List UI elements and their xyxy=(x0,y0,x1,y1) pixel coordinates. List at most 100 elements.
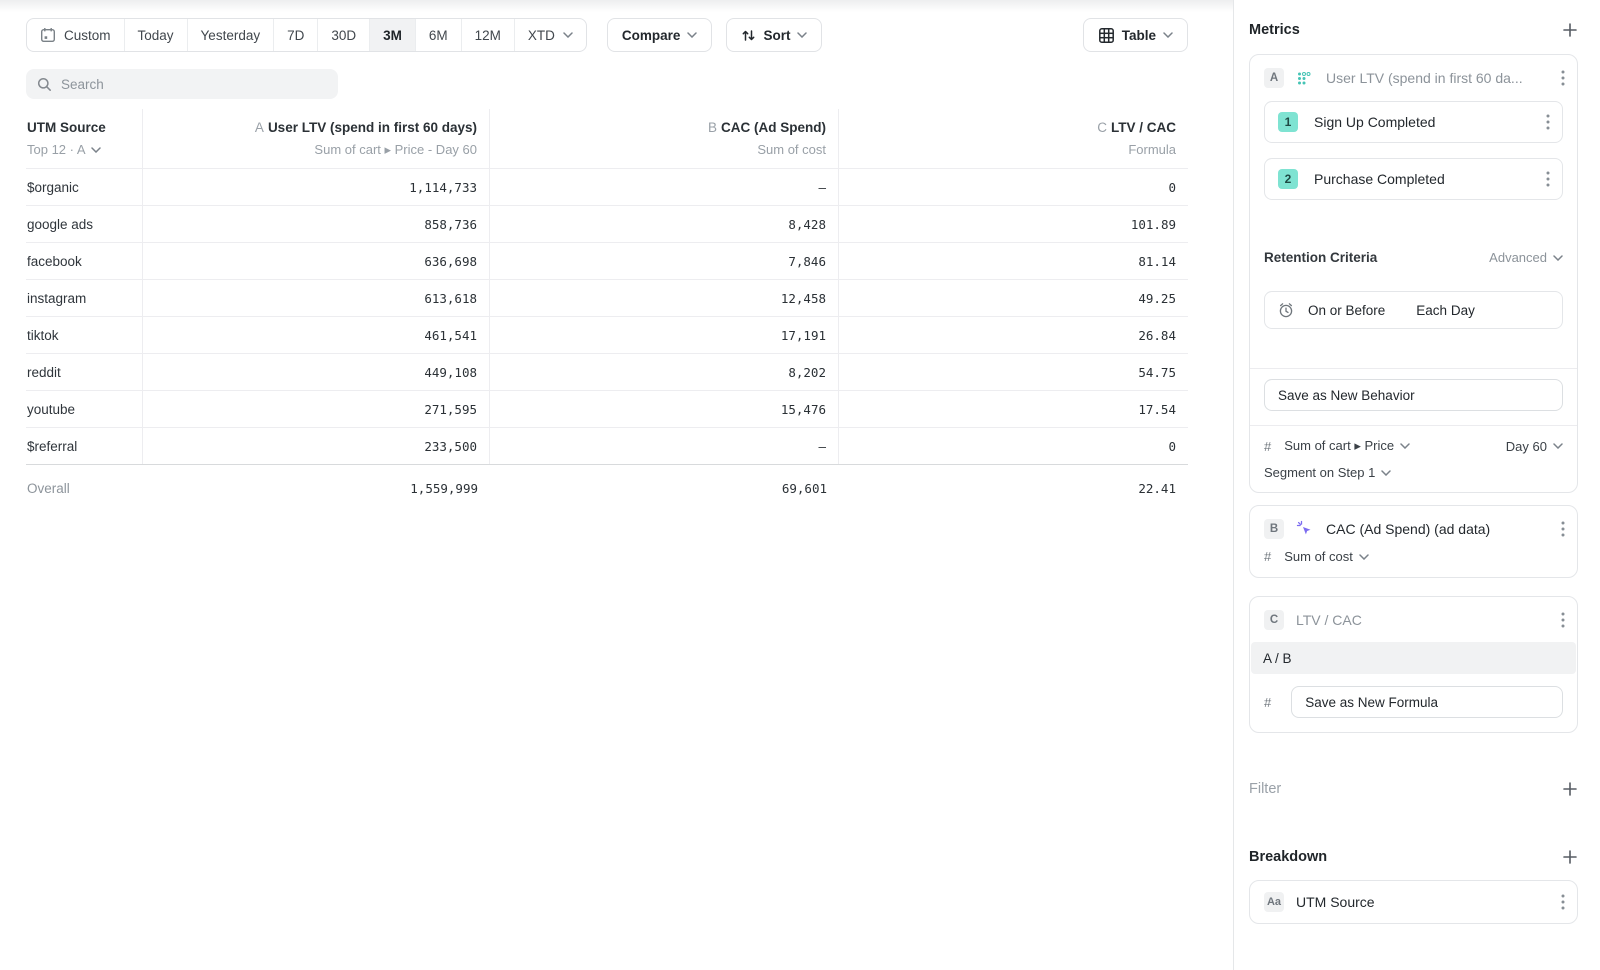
add-filter-icon[interactable] xyxy=(1562,781,1578,797)
retention-criteria-row: Retention Criteria Advanced xyxy=(1250,250,1577,265)
column-header-b[interactable]: BCAC (Ad Spend) Sum of cost xyxy=(490,109,839,168)
row-label: $organic xyxy=(26,169,143,205)
aggregation-dropdown[interactable]: Sum of cost xyxy=(1284,549,1369,564)
chevron-down-icon xyxy=(1553,255,1563,261)
segment-dropdown[interactable]: Segment on Step 1 xyxy=(1264,465,1391,480)
cell-value: 8,428 xyxy=(788,217,826,232)
breakdown-header: Breakdown xyxy=(1249,849,1578,865)
filter-title: Filter xyxy=(1249,781,1281,797)
column-title: LTV / CAC xyxy=(1111,120,1176,135)
range-6m-label: 6M xyxy=(429,28,448,43)
save-behavior-wrap: Save as New Behavior xyxy=(1250,369,1577,425)
chevron-down-icon xyxy=(1381,470,1391,476)
chevron-down-icon xyxy=(797,32,807,38)
aggregation-row: # Sum of cart ▸ Price Day 60 xyxy=(1264,438,1563,454)
cell-value: – xyxy=(818,439,826,454)
chevron-down-icon xyxy=(687,32,697,38)
view-table-button[interactable]: Table xyxy=(1083,18,1188,52)
overall-label: Overall xyxy=(26,465,143,511)
column-header-utm-source[interactable]: UTM Source Top 12 · A xyxy=(26,109,143,168)
breakdown-item-card[interactable]: Aa UTM Source xyxy=(1249,880,1578,924)
row-label: tiktok xyxy=(26,317,143,353)
range-6m[interactable]: 6M xyxy=(416,19,462,51)
on-or-before-dropdown[interactable]: On or Before xyxy=(1308,303,1385,318)
cell-value: 7,846 xyxy=(788,254,826,269)
calendar-icon xyxy=(40,27,56,43)
cell-value: 858,736 xyxy=(424,217,477,232)
compare-button[interactable]: Compare xyxy=(607,18,713,52)
breakdown-item-label: UTM Source xyxy=(1296,894,1549,910)
aggregation-dropdown[interactable]: Sum of cart ▸ Price xyxy=(1284,438,1410,454)
table-row: reddit 449,108 8,202 54.75 xyxy=(26,354,1188,391)
save-as-new-behavior-button[interactable]: Save as New Behavior xyxy=(1264,379,1563,411)
cell-value: 54.75 xyxy=(1138,365,1176,380)
metric-b-title[interactable]: CAC (Ad Spend) (ad data) xyxy=(1326,521,1549,537)
table-header-row: UTM Source Top 12 · A AUser LTV (spend i… xyxy=(26,109,1188,169)
search-input[interactable] xyxy=(61,77,327,92)
sort-button[interactable]: Sort xyxy=(726,18,822,52)
add-breakdown-icon[interactable] xyxy=(1562,849,1578,865)
cell-value: 15,476 xyxy=(781,402,826,417)
window-dropdown[interactable]: Day 60 xyxy=(1506,439,1563,454)
column-subtitle: Sum of cost xyxy=(757,142,826,158)
range-yesterday[interactable]: Yesterday xyxy=(188,19,275,51)
kebab-menu-icon[interactable] xyxy=(1546,171,1550,187)
step-number-badge: 2 xyxy=(1278,169,1298,189)
row-dimension-subtitle: Top 12 · A xyxy=(27,142,86,158)
save-as-new-formula-button[interactable]: Save as New Formula xyxy=(1291,686,1563,718)
aggregation-label: Sum of cost xyxy=(1284,549,1353,564)
metric-a-title[interactable]: User LTV (spend in first 60 da... xyxy=(1326,70,1549,86)
range-xtd-label: XTD xyxy=(528,28,555,43)
range-3m-selected[interactable]: 3M xyxy=(370,19,416,51)
table-grid-icon xyxy=(1098,27,1115,44)
retention-timing-card: On or Before Each Day xyxy=(1264,291,1563,329)
range-xtd-dropdown[interactable]: XTD xyxy=(515,19,586,51)
kebab-menu-icon[interactable] xyxy=(1546,114,1550,130)
formula-input[interactable]: A / B xyxy=(1251,642,1576,674)
kebab-menu-icon[interactable] xyxy=(1561,70,1565,86)
column-letter: C xyxy=(1097,120,1107,135)
retention-mode-dropdown[interactable]: Advanced xyxy=(1489,250,1563,265)
overall-value: 69,601 xyxy=(782,481,827,496)
cell-value: 17.54 xyxy=(1138,402,1176,417)
column-header-a[interactable]: AUser LTV (spend in first 60 days) Sum o… xyxy=(143,109,490,168)
kebab-menu-icon[interactable] xyxy=(1561,612,1565,628)
metrics-header: Metrics xyxy=(1249,22,1578,38)
step-2-card[interactable]: 2 Purchase Completed xyxy=(1264,158,1563,200)
range-7d[interactable]: 7D xyxy=(274,19,318,51)
column-subtitle: Formula xyxy=(1128,142,1176,158)
step-1-card[interactable]: 1 Sign Up Completed xyxy=(1264,101,1563,143)
sort-label: Sort xyxy=(763,28,790,43)
row-dimension-title: UTM Source xyxy=(27,119,130,137)
range-30d[interactable]: 30D xyxy=(318,19,370,51)
overall-value: 1,559,999 xyxy=(410,481,478,496)
overall-value: 22.41 xyxy=(1138,481,1176,496)
metric-c-header: C LTV / CAC xyxy=(1250,597,1577,630)
sort-arrows-icon xyxy=(741,28,756,43)
cell-value: 636,698 xyxy=(424,254,477,269)
column-header-c[interactable]: C LTV / CAC Formula xyxy=(839,109,1188,168)
metric-c-title[interactable]: LTV / CAC xyxy=(1296,612,1549,628)
kebab-menu-icon[interactable] xyxy=(1561,521,1565,537)
row-dimension-selector[interactable]: Top 12 · A xyxy=(27,142,130,158)
segment-row: Segment on Step 1 xyxy=(1264,465,1563,480)
date-range-control: Custom Today Yesterday 7D 30D 3M 6M 12M … xyxy=(26,18,587,52)
each-day-dropdown[interactable]: Each Day xyxy=(1416,303,1475,318)
window-label: Day 60 xyxy=(1506,439,1547,454)
column-title: User LTV (spend in first 60 days) xyxy=(268,120,477,135)
range-12m[interactable]: 12M xyxy=(462,19,515,51)
aggregation-label: Sum of cart ▸ Price xyxy=(1284,438,1394,454)
cell-value: 26.84 xyxy=(1138,328,1176,343)
range-custom[interactable]: Custom xyxy=(27,19,125,51)
range-today[interactable]: Today xyxy=(125,19,188,51)
add-metric-icon[interactable] xyxy=(1562,22,1578,38)
behavior-steps: 1 Sign Up Completed 2 Purchase Completed xyxy=(1250,101,1577,200)
range-custom-label: Custom xyxy=(64,28,111,43)
table-row: $organic 1,114,733 – 0 xyxy=(26,169,1188,206)
kebab-menu-icon[interactable] xyxy=(1561,894,1565,910)
column-subtitle: Sum of cart ▸ Price - Day 60 xyxy=(314,142,477,158)
column-title: CAC (Ad Spend) xyxy=(721,120,826,135)
search-icon xyxy=(37,77,52,92)
row-label: instagram xyxy=(26,280,143,316)
retention-criteria-label: Retention Criteria xyxy=(1264,250,1377,265)
